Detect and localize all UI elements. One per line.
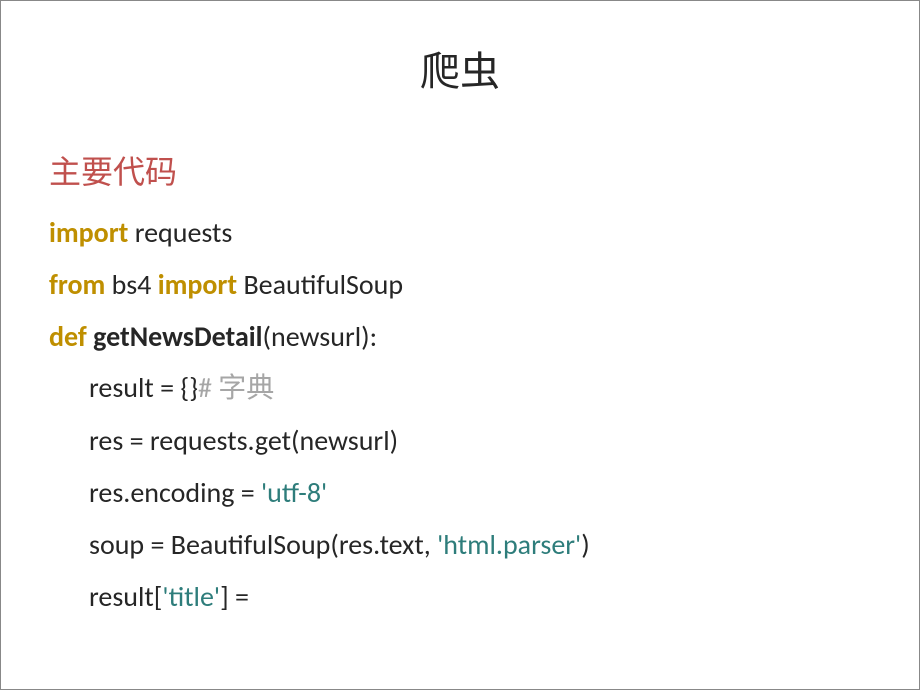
string-literal: 'html.parser' [437, 527, 581, 562]
keyword-import: import [49, 215, 128, 250]
code-block: import requests from bs4 import Beautifu… [49, 207, 871, 622]
code-line-3: def getNewsDetail(newsurl): [49, 311, 871, 363]
code-text: ] = [220, 579, 249, 614]
code-text: soup = BeautifulSoup(res.text, [89, 527, 437, 562]
code-text: (newsurl): [263, 319, 378, 354]
code-line-2: from bs4 import BeautifulSoup [49, 259, 871, 311]
keyword-def: def [49, 319, 93, 354]
code-text: result = {} [89, 370, 198, 405]
slide-subtitle: 主要代码 [49, 147, 871, 193]
slide-title: 爬虫 [49, 39, 871, 97]
string-literal: 'utf-8' [261, 475, 327, 510]
string-literal: 'title' [162, 579, 220, 614]
code-line-5: res = requests.get(newsurl) [49, 415, 871, 467]
code-line-4: result = {}# 字典 [49, 362, 871, 415]
code-text: bs4 [105, 267, 157, 302]
function-name: getNewsDetail [93, 319, 262, 354]
code-line-8: result['title'] = [49, 571, 871, 623]
code-text: res.encoding = [89, 475, 261, 510]
code-text: result[ [89, 579, 162, 614]
slide-container: 爬虫 主要代码 import requests from bs4 import … [0, 0, 920, 690]
code-text: BeautifulSoup [237, 267, 403, 302]
code-text: requests [128, 215, 232, 250]
keyword-from: from [49, 267, 105, 302]
code-text: ) [581, 527, 590, 562]
code-line-1: import requests [49, 207, 871, 259]
keyword-import: import [158, 267, 237, 302]
comment-text: 字典 [218, 373, 274, 404]
code-text: res = requests.get(newsurl) [89, 423, 398, 458]
comment-hash: # [198, 370, 218, 405]
code-line-7: soup = BeautifulSoup(res.text, 'html.par… [49, 519, 871, 571]
code-line-6: res.encoding = 'utf-8' [49, 467, 871, 519]
